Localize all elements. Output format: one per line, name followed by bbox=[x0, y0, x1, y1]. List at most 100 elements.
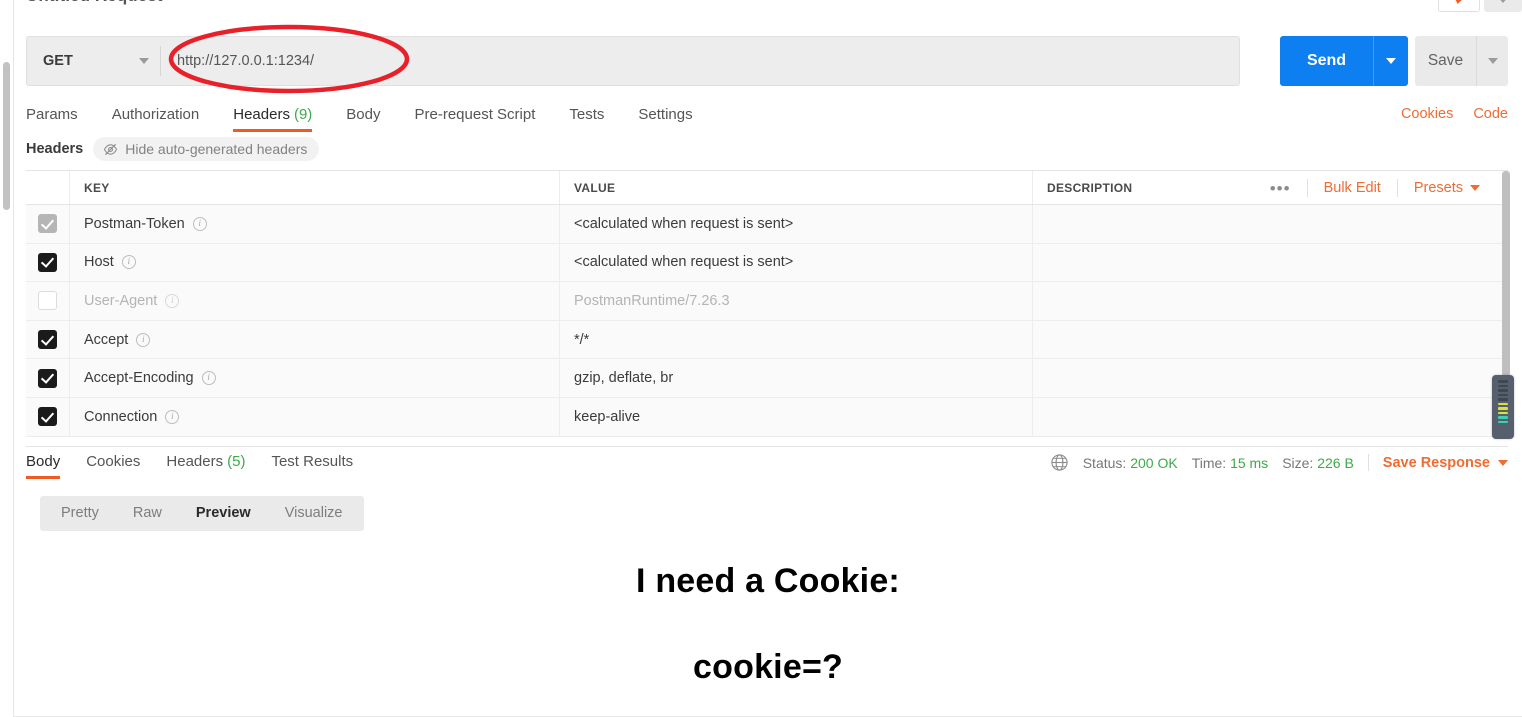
status-meta: Status: 200 OK bbox=[1083, 455, 1178, 471]
row-checkbox[interactable] bbox=[38, 214, 57, 234]
status-value: 200 OK bbox=[1130, 454, 1178, 471]
save-button[interactable]: Save bbox=[1415, 36, 1508, 86]
response-tab-body[interactable]: Body bbox=[26, 451, 61, 479]
save-options-dropdown[interactable] bbox=[1476, 36, 1508, 86]
size-label: Size: bbox=[1282, 454, 1314, 471]
headers-table-header-row: KEY VALUE DESCRIPTION ••• Bulk Edit Pres… bbox=[26, 171, 1508, 205]
postman-logo-button[interactable] bbox=[1438, 0, 1480, 12]
headers-table: KEY VALUE DESCRIPTION ••• Bulk Edit Pres… bbox=[26, 170, 1514, 439]
row-checkbox-cell bbox=[26, 282, 70, 320]
tab-pre-request-script[interactable]: Pre-request Script bbox=[415, 102, 536, 132]
save-response-button[interactable]: Save Response bbox=[1383, 455, 1508, 471]
response-body-preview: I need a Cookie: cookie=? bbox=[28, 540, 1508, 705]
row-description-cell[interactable] bbox=[1033, 244, 1508, 282]
hide-auto-generated-headers-toggle[interactable]: Hide auto-generated headers bbox=[93, 137, 320, 161]
row-key-cell[interactable]: User-Agent i bbox=[70, 282, 560, 320]
tab-headers[interactable]: Headers (9) bbox=[233, 102, 313, 132]
row-checkbox-cell bbox=[26, 397, 70, 436]
view-mode-visualize[interactable]: Visualize bbox=[268, 496, 360, 531]
row-value-cell[interactable]: PostmanRuntime/7.26.3 bbox=[560, 282, 1033, 320]
table-row[interactable]: Connection i keep-alive bbox=[26, 397, 1508, 437]
tab-body[interactable]: Body bbox=[346, 102, 380, 132]
row-checkbox[interactable] bbox=[38, 407, 57, 427]
tab-params[interactable]: Params bbox=[26, 102, 78, 132]
header-key: User-Agent bbox=[84, 292, 158, 309]
table-row[interactable]: User-Agent i PostmanRuntime/7.26.3 bbox=[26, 282, 1508, 321]
info-icon[interactable]: i bbox=[201, 371, 216, 386]
tab-label: Body bbox=[346, 106, 381, 123]
more-options-icon[interactable]: ••• bbox=[1254, 180, 1307, 197]
view-mode-preview[interactable]: Preview bbox=[179, 496, 268, 531]
indicator-bar bbox=[1498, 380, 1508, 383]
row-checkbox-cell bbox=[26, 359, 70, 397]
row-key-cell[interactable]: Postman-Token i bbox=[70, 205, 560, 243]
view-mode-pretty[interactable]: Pretty bbox=[44, 496, 116, 531]
row-description-cell[interactable] bbox=[1033, 321, 1508, 359]
row-key-cell[interactable]: Accept i bbox=[70, 320, 560, 359]
row-value-cell[interactable]: <calculated when request is sent> bbox=[560, 205, 1033, 243]
response-tab-cookies[interactable]: Cookies bbox=[86, 451, 140, 479]
row-key-cell[interactable]: Connection i bbox=[70, 397, 560, 436]
headers-table-body: Postman-Token i <calculated when request… bbox=[26, 205, 1508, 437]
row-value-cell[interactable]: <calculated when request is sent> bbox=[560, 243, 1033, 282]
http-method-select[interactable]: GET bbox=[27, 37, 160, 85]
table-scrollbar-thumb[interactable] bbox=[1502, 171, 1510, 377]
row-checkbox-cell bbox=[26, 320, 70, 359]
response-body-line-1: I need a Cookie: bbox=[636, 562, 900, 600]
row-checkbox[interactable] bbox=[38, 330, 57, 350]
row-value-cell[interactable]: keep-alive bbox=[560, 397, 1033, 436]
table-row[interactable]: Host i <calculated when request is sent> bbox=[26, 243, 1508, 283]
row-key-cell[interactable]: Host i bbox=[70, 243, 560, 282]
left-scrollbar-thumb[interactable] bbox=[3, 62, 10, 210]
row-checkbox[interactable] bbox=[38, 252, 57, 272]
tab-label: Pre-request Script bbox=[414, 106, 536, 123]
response-tab-headers[interactable]: Headers (5) bbox=[166, 451, 245, 479]
info-icon[interactable]: i bbox=[136, 332, 151, 347]
info-icon[interactable]: i bbox=[192, 216, 207, 231]
chevron-down-icon bbox=[1470, 185, 1480, 191]
indicator-bar bbox=[1498, 411, 1508, 414]
info-icon[interactable]: i bbox=[165, 293, 180, 308]
row-description-cell[interactable] bbox=[1033, 205, 1508, 243]
header-col-value: VALUE bbox=[560, 171, 1033, 204]
row-description-cell[interactable] bbox=[1033, 359, 1508, 397]
tab-count: (5) bbox=[227, 453, 246, 470]
scroll-indicator-widget[interactable] bbox=[1492, 375, 1514, 439]
row-description-cell[interactable] bbox=[1033, 398, 1508, 436]
info-icon[interactable]: i bbox=[121, 255, 136, 270]
row-value-cell[interactable]: gzip, deflate, br bbox=[560, 359, 1033, 397]
table-row[interactable]: Postman-Token i <calculated when request… bbox=[26, 205, 1508, 244]
row-description-cell[interactable] bbox=[1033, 282, 1508, 320]
presets-button[interactable]: Presets bbox=[1398, 180, 1496, 196]
build-label: BUILD bbox=[1352, 0, 1392, 1]
response-tab-test-results[interactable]: Test Results bbox=[271, 451, 353, 479]
info-icon[interactable]: i bbox=[165, 409, 180, 424]
eye-slash-icon bbox=[104, 143, 118, 155]
row-key-cell[interactable]: Accept-Encoding i bbox=[70, 359, 560, 397]
tab-settings[interactable]: Settings bbox=[638, 102, 692, 132]
top-right-dropdown[interactable] bbox=[1484, 0, 1522, 12]
url-input[interactable] bbox=[161, 37, 1239, 85]
url-bar: GET bbox=[26, 36, 1240, 86]
bulk-edit-button[interactable]: Bulk Edit bbox=[1308, 180, 1397, 196]
header-key: Accept-Encoding bbox=[84, 370, 194, 387]
row-checkbox[interactable] bbox=[38, 368, 57, 388]
code-link[interactable]: Code bbox=[1473, 106, 1508, 122]
row-value-cell[interactable]: */* bbox=[560, 320, 1033, 359]
view-mode-raw[interactable]: Raw bbox=[116, 496, 179, 531]
tab-authorization[interactable]: Authorization bbox=[112, 102, 200, 132]
indicator-bar bbox=[1498, 402, 1508, 405]
send-button[interactable]: Send bbox=[1280, 36, 1408, 86]
tab-label: Body bbox=[26, 453, 61, 470]
left-scrollbar-rail[interactable] bbox=[0, 0, 14, 717]
cookies-link[interactable]: Cookies bbox=[1401, 106, 1453, 122]
table-row[interactable]: Accept-Encoding i gzip, deflate, br bbox=[26, 359, 1508, 398]
globe-icon[interactable] bbox=[1050, 453, 1069, 472]
table-row[interactable]: Accept i */* bbox=[26, 320, 1508, 360]
header-key: Accept bbox=[84, 331, 129, 348]
status-label: Status: bbox=[1082, 454, 1127, 471]
response-view-toggle: Pretty Raw Preview Visualize bbox=[40, 496, 364, 531]
row-checkbox[interactable] bbox=[38, 291, 57, 311]
send-options-dropdown[interactable] bbox=[1373, 36, 1408, 86]
tab-tests[interactable]: Tests bbox=[569, 102, 604, 132]
